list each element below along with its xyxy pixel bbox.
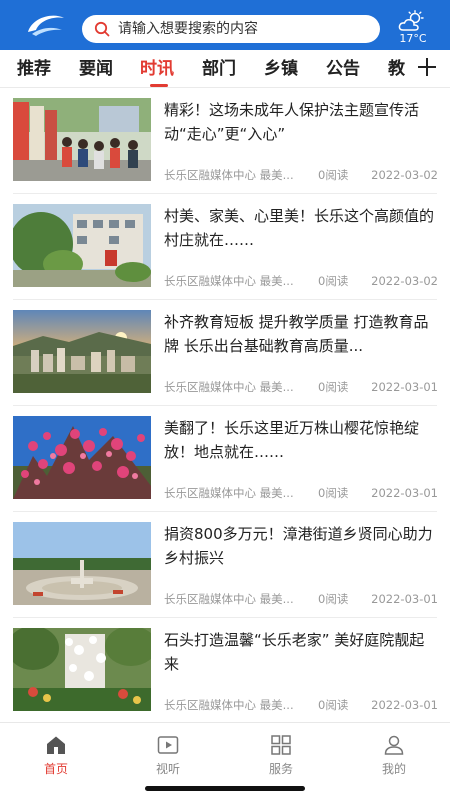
news-title: 补齐教育短板 提升教学质量 打造教育品牌 长乐出台基础教育高质量... [164, 313, 429, 355]
news-date: 2022-03-01 [371, 486, 438, 500]
news-meta: 长乐区融媒体中心 最美... 0阅读 2022-03-02 [164, 168, 438, 182]
grid-icon [271, 735, 291, 755]
tab-headlines[interactable]: 要闻 [79, 58, 113, 80]
nav-mine[interactable]: 我的 [364, 733, 424, 779]
nav-home[interactable]: 首页 [26, 733, 86, 779]
home-indicator [145, 786, 305, 791]
user-icon [384, 735, 404, 755]
news-item[interactable]: 精彩！这场未成年人保护法主题宣传活动“走心”更“入心” 长乐区融媒体中心 最美.… [0, 88, 450, 194]
tab-notices[interactable]: 公告 [326, 58, 360, 80]
channel-tabs: 推荐 要闻 时讯 部门 乡镇 公告 教 [0, 50, 450, 88]
home-icon [47, 736, 65, 754]
news-meta: 长乐区融媒体中心 最美... 0阅读 2022-03-01 [164, 698, 438, 712]
news-source: 长乐区融媒体中心 最美... [164, 592, 294, 606]
tab-recommend[interactable]: 推荐 [17, 58, 51, 80]
news-item[interactable]: 石头打造温馨“长乐老家” 美好庭院靓起来 长乐区融媒体中心 最美... 0阅读 … [0, 618, 450, 724]
nav-home-label: 首页 [43, 762, 68, 776]
swoosh-logo-icon[interactable] [26, 12, 66, 38]
news-read-count: 0阅读 [318, 274, 349, 288]
news-date: 2022-03-01 [371, 592, 438, 606]
active-tab-indicator [150, 84, 168, 87]
video-icon [157, 736, 179, 754]
news-source: 长乐区融媒体中心 最美... [164, 380, 294, 394]
nav-services-label: 服务 [268, 762, 293, 776]
news-thumbnail [13, 628, 151, 711]
search-placeholder: 请输入想要搜索的内容 [118, 21, 258, 37]
tab-departments[interactable]: 部门 [202, 58, 236, 80]
nav-video-label: 视听 [155, 762, 180, 776]
news-thumbnail [13, 98, 151, 181]
tab-news-flash[interactable]: 时讯 [140, 58, 174, 80]
news-title: 村美、家美、心里美！长乐这个高颜值的村庄就在…… [164, 207, 435, 249]
news-thumbnail [13, 416, 151, 499]
news-date: 2022-03-01 [371, 698, 438, 712]
search-icon [94, 21, 110, 37]
plus-icon[interactable] [416, 56, 438, 78]
tab-education[interactable]: 教 [388, 58, 405, 80]
news-date: 2022-03-01 [371, 380, 438, 394]
news-read-count: 0阅读 [318, 168, 349, 182]
news-read-count: 0阅读 [318, 486, 349, 500]
news-thumbnail [13, 522, 151, 605]
app-header: 请输入想要搜索的内容 17°C [0, 0, 450, 50]
news-source: 长乐区融媒体中心 最美... [164, 168, 294, 182]
news-date: 2022-03-02 [371, 274, 438, 288]
news-read-count: 0阅读 [318, 380, 349, 394]
news-read-count: 0阅读 [318, 698, 349, 712]
news-source: 长乐区融媒体中心 最美... [164, 486, 294, 500]
nav-video[interactable]: 视听 [138, 733, 198, 779]
news-title: 捐资800多万元！漳港街道乡贤同心助力乡村振兴 [164, 525, 433, 567]
news-meta: 长乐区融媒体中心 最美... 0阅读 2022-03-01 [164, 592, 438, 606]
news-date: 2022-03-02 [371, 168, 438, 182]
news-item[interactable]: 村美、家美、心里美！长乐这个高颜值的村庄就在…… 长乐区融媒体中心 最美... … [0, 194, 450, 300]
partly-cloudy-icon[interactable] [398, 10, 426, 32]
news-source: 长乐区融媒体中心 最美... [164, 274, 294, 288]
nav-services[interactable]: 服务 [251, 733, 311, 779]
news-item[interactable]: 补齐教育短板 提升教学质量 打造教育品牌 长乐出台基础教育高质量... 长乐区融… [0, 300, 450, 406]
news-read-count: 0阅读 [318, 592, 349, 606]
news-meta: 长乐区融媒体中心 最美... 0阅读 2022-03-02 [164, 274, 438, 288]
temperature-label: 17°C [399, 32, 427, 45]
search-input[interactable]: 请输入想要搜索的内容 [82, 15, 380, 43]
news-source: 长乐区融媒体中心 最美... [164, 698, 294, 712]
news-thumbnail [13, 204, 151, 287]
news-title: 石头打造温馨“长乐老家” 美好庭院靓起来 [164, 631, 425, 673]
news-meta: 长乐区融媒体中心 最美... 0阅读 2022-03-01 [164, 380, 438, 394]
tab-towns[interactable]: 乡镇 [264, 58, 298, 80]
nav-mine-label: 我的 [381, 762, 406, 776]
news-meta: 长乐区融媒体中心 最美... 0阅读 2022-03-01 [164, 486, 438, 500]
news-title: 美翻了！长乐这里近万株山樱花惊艳绽放！地点就在…… [164, 419, 420, 461]
news-item[interactable]: 捐资800多万元！漳港街道乡贤同心助力乡村振兴 长乐区融媒体中心 最美... 0… [0, 512, 450, 618]
news-item[interactable]: 美翻了！长乐这里近万株山樱花惊艳绽放！地点就在…… 长乐区融媒体中心 最美...… [0, 406, 450, 512]
news-thumbnail [13, 310, 151, 393]
news-title: 精彩！这场未成年人保护法主题宣传活动“走心”更“入心” [164, 101, 420, 143]
